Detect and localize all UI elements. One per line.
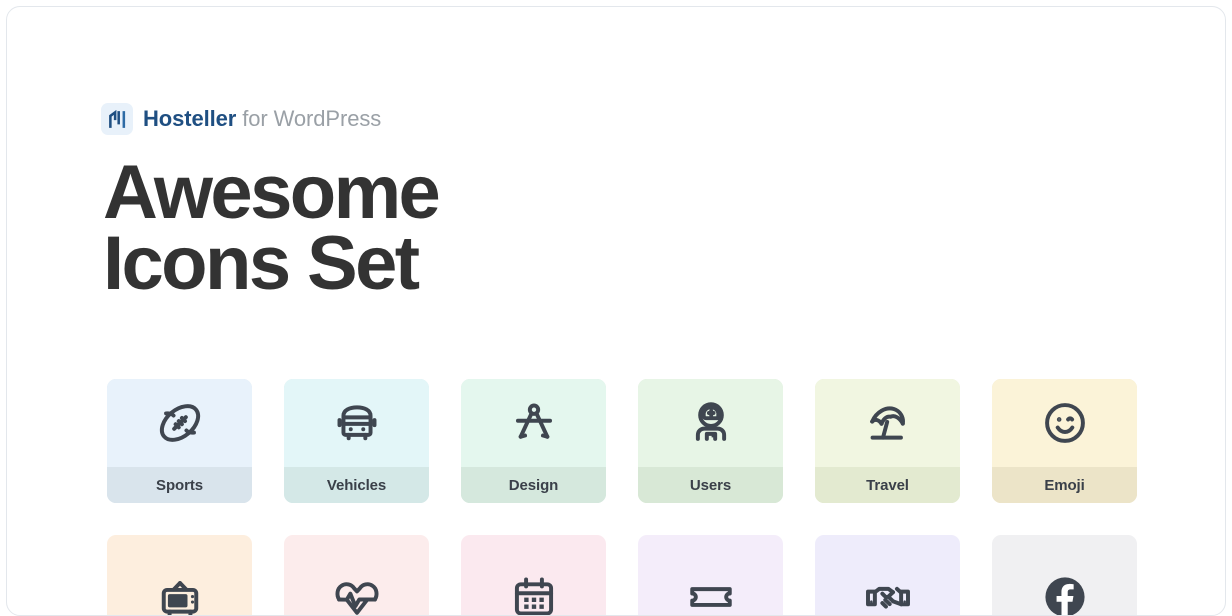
brand-name: Hosteller bbox=[143, 106, 237, 131]
icon-card-label: Users bbox=[638, 467, 783, 503]
brand-text: Hosteller for WordPress bbox=[143, 108, 381, 130]
football-icon bbox=[107, 379, 252, 467]
icon-grid: Sports Vehicles Design Users Travel Emoj… bbox=[107, 379, 1137, 615]
icon-card[interactable] bbox=[992, 535, 1137, 615]
page-container: Hosteller for WordPress Awesome Icons Se… bbox=[6, 6, 1226, 616]
icon-card-label: Vehicles bbox=[284, 467, 429, 503]
icon-card[interactable] bbox=[107, 535, 252, 615]
icon-card[interactable]: Vehicles bbox=[284, 379, 429, 503]
hosteller-logo-icon bbox=[101, 103, 133, 135]
brand-lockup: Hosteller for WordPress bbox=[101, 103, 381, 135]
icon-card[interactable] bbox=[461, 535, 606, 615]
ticket-icon bbox=[638, 535, 783, 615]
compass-divider-icon bbox=[461, 379, 606, 467]
icon-card-label: Travel bbox=[815, 467, 960, 503]
icon-card[interactable]: Travel bbox=[815, 379, 960, 503]
icon-card[interactable]: Users bbox=[638, 379, 783, 503]
bus-icon bbox=[284, 379, 429, 467]
icon-card[interactable] bbox=[815, 535, 960, 615]
wink-smiley-icon bbox=[992, 379, 1137, 467]
icon-card-label: Emoji bbox=[992, 467, 1137, 503]
icon-card[interactable] bbox=[638, 535, 783, 615]
icon-card[interactable]: Design bbox=[461, 379, 606, 503]
retro-tv-icon bbox=[107, 535, 252, 615]
heart-pulse-icon bbox=[284, 535, 429, 615]
icon-card-label: Design bbox=[461, 467, 606, 503]
icon-card-label: Sports bbox=[107, 467, 252, 503]
handshake-icon bbox=[815, 535, 960, 615]
astronaut-icon bbox=[638, 379, 783, 467]
icon-card[interactable] bbox=[284, 535, 429, 615]
facebook-icon bbox=[992, 535, 1137, 615]
brand-suffix: for WordPress bbox=[236, 106, 382, 131]
calendar-icon bbox=[461, 535, 606, 615]
icon-card[interactable]: Emoji bbox=[992, 379, 1137, 503]
icon-card[interactable]: Sports bbox=[107, 379, 252, 503]
page-title: Awesome Icons Set bbox=[103, 150, 441, 307]
beach-umbrella-icon bbox=[815, 379, 960, 467]
